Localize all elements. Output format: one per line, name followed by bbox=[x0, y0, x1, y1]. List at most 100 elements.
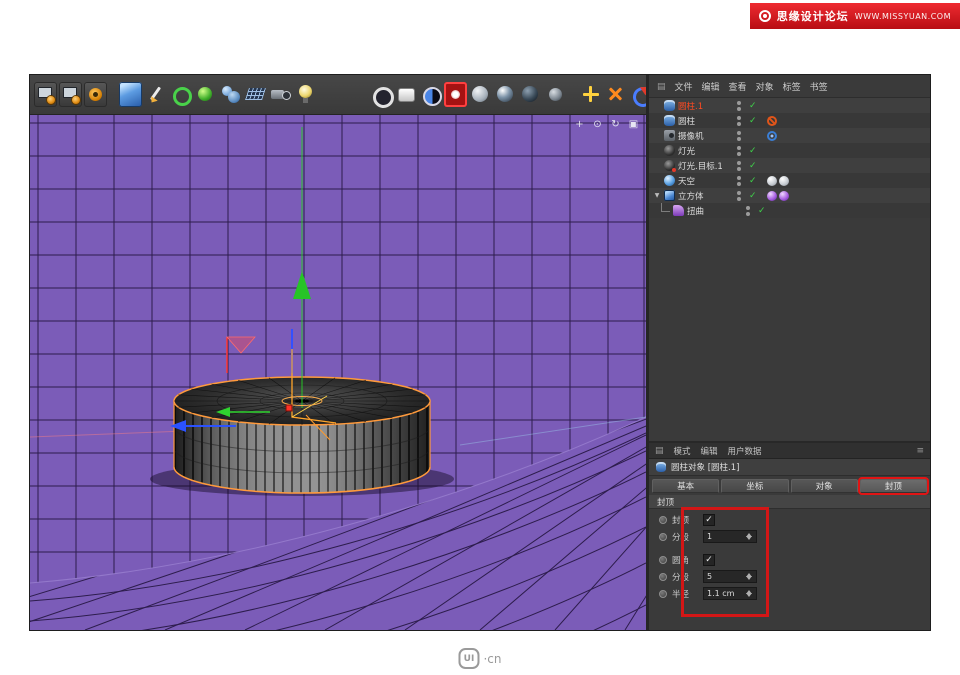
spinner-icon[interactable] bbox=[744, 531, 753, 542]
main-toolbar bbox=[30, 75, 646, 115]
visibility-dots[interactable] bbox=[737, 191, 741, 201]
radius-field[interactable]: 1.1 cm bbox=[703, 587, 757, 600]
enabled-check-icon[interactable]: ✓ bbox=[749, 161, 760, 171]
object-name: 扭曲 bbox=[687, 205, 737, 217]
object-row-cylinder1[interactable]: 圆柱.1 ✓ bbox=[649, 98, 930, 113]
key-bullet-icon[interactable] bbox=[659, 573, 667, 581]
enabled-check-icon[interactable]: ✓ bbox=[749, 101, 760, 111]
light-tool-icon[interactable] bbox=[294, 82, 317, 107]
enabled-check-icon[interactable]: ✓ bbox=[758, 206, 769, 216]
property-label: 分段 bbox=[672, 571, 698, 583]
tab-caps[interactable]: 封顶 bbox=[860, 479, 927, 493]
forum-banner[interactable]: 思缘设计论坛 WWW.MISSYUAN.COM bbox=[750, 3, 960, 29]
app-window: + ⊙ ↻ ▣ bbox=[30, 75, 930, 630]
object-name: 灯光 bbox=[678, 145, 728, 157]
object-row-cube[interactable]: ▼ 立方体 ✓ bbox=[649, 188, 930, 203]
enabled-check-icon[interactable]: ✓ bbox=[749, 191, 760, 201]
enabled-check-icon[interactable]: ✓ bbox=[749, 146, 760, 156]
sphere-small-icon[interactable] bbox=[544, 82, 567, 107]
key-bullet-icon[interactable] bbox=[659, 533, 667, 541]
material-tag-icon[interactable] bbox=[779, 176, 789, 186]
maximize-view-icon[interactable]: ▣ bbox=[627, 118, 640, 131]
disabled-tag-icon[interactable] bbox=[767, 116, 777, 126]
banner-logo-icon bbox=[759, 10, 771, 22]
mode-tab[interactable]: 模式 bbox=[674, 445, 691, 457]
spinner-icon[interactable] bbox=[744, 571, 753, 582]
cap-checkbox[interactable]: ✓ bbox=[703, 514, 715, 526]
material-tag-icon[interactable] bbox=[767, 191, 777, 201]
object-manager-menubar: ▤ 文件 编辑 查看 对象 标签 书签 bbox=[649, 75, 930, 98]
visibility-dots[interactable] bbox=[737, 146, 741, 156]
object-list: 圆柱.1 ✓ 圆柱 ✓ 摄像机 bbox=[649, 98, 930, 218]
camera-tool-icon[interactable] bbox=[269, 82, 292, 107]
section-label: 封顶 bbox=[657, 496, 674, 508]
burger-icon[interactable]: ≡ bbox=[916, 446, 924, 456]
subdivision-surface-icon[interactable] bbox=[169, 82, 192, 107]
sphere-dark-icon[interactable] bbox=[519, 82, 542, 107]
key-bullet-icon[interactable] bbox=[659, 516, 667, 524]
key-bullet-icon[interactable] bbox=[659, 590, 667, 598]
pan-view-icon[interactable]: + bbox=[573, 118, 586, 131]
fillet-checkbox[interactable]: ✓ bbox=[703, 554, 715, 566]
key-bullet-icon[interactable] bbox=[659, 556, 667, 564]
menu-bookmarks[interactable]: 书签 bbox=[810, 80, 828, 93]
tab-object[interactable]: 对象 bbox=[791, 479, 858, 493]
sphere-matte-icon[interactable] bbox=[469, 82, 492, 107]
spinner-icon[interactable] bbox=[744, 588, 753, 599]
visibility-dots[interactable] bbox=[737, 131, 741, 141]
property-label: 封顶 bbox=[672, 514, 698, 526]
menu-view[interactable]: 查看 bbox=[729, 80, 747, 93]
object-row-camera[interactable]: 摄像机 bbox=[649, 128, 930, 143]
render-picture-viewer-icon[interactable] bbox=[59, 82, 82, 107]
object-row-sky[interactable]: 天空 ✓ bbox=[649, 173, 930, 188]
sky-icon bbox=[664, 175, 675, 186]
object-row-light-target[interactable]: 灯光.目标.1 ✓ bbox=[649, 158, 930, 173]
caps-section-header[interactable]: 封顶 bbox=[649, 495, 930, 509]
object-name: 立方体 bbox=[678, 190, 728, 202]
primitive-cube-icon[interactable] bbox=[119, 82, 142, 107]
plane-grid-icon[interactable] bbox=[244, 82, 267, 107]
menu-edit[interactable]: 编辑 bbox=[702, 80, 720, 93]
visibility-dots[interactable] bbox=[737, 176, 741, 186]
edit-tab[interactable]: 编辑 bbox=[701, 445, 718, 457]
userdata-tab[interactable]: 用户数据 bbox=[728, 445, 762, 457]
object-row-cylinder[interactable]: 圆柱 ✓ bbox=[649, 113, 930, 128]
active-camera-icon[interactable] bbox=[444, 82, 467, 107]
enabled-check-icon[interactable]: ✓ bbox=[749, 116, 760, 126]
light-target-icon bbox=[664, 160, 675, 171]
viewport[interactable]: + ⊙ ↻ ▣ bbox=[30, 115, 646, 630]
render-view-icon[interactable] bbox=[34, 82, 57, 107]
rounded-square-icon[interactable] bbox=[394, 82, 417, 107]
visibility-dots[interactable] bbox=[737, 101, 741, 111]
enabled-check-icon[interactable]: ✓ bbox=[749, 176, 760, 186]
sphere-glossy-icon[interactable] bbox=[494, 82, 517, 107]
visibility-dots[interactable] bbox=[746, 206, 750, 216]
expander-icon[interactable]: ▼ bbox=[653, 192, 661, 199]
ring-material-icon[interactable] bbox=[369, 82, 392, 107]
fillet-segments-field[interactable]: 5 bbox=[703, 570, 757, 583]
zoom-view-icon[interactable]: ⊙ bbox=[591, 118, 604, 131]
move-cross-icon[interactable] bbox=[604, 82, 627, 107]
target-tag-icon[interactable] bbox=[767, 131, 777, 141]
axis-cross-icon[interactable] bbox=[579, 82, 602, 107]
render-settings-icon[interactable] bbox=[84, 82, 107, 107]
scene-canvas[interactable] bbox=[30, 115, 646, 630]
material-tag-icon[interactable] bbox=[779, 191, 789, 201]
metaball-icon[interactable] bbox=[219, 82, 242, 107]
object-row-light[interactable]: 灯光 ✓ bbox=[649, 143, 930, 158]
visibility-dots[interactable] bbox=[737, 116, 741, 126]
tab-basic[interactable]: 基本 bbox=[652, 479, 719, 493]
material-tag-icon[interactable] bbox=[767, 176, 777, 186]
menu-object[interactable]: 对象 bbox=[756, 80, 774, 93]
cap-segments-field[interactable]: 1 bbox=[703, 530, 757, 543]
menu-tags[interactable]: 标签 bbox=[783, 80, 801, 93]
pen-tool-icon[interactable] bbox=[144, 82, 167, 107]
visibility-dots[interactable] bbox=[737, 161, 741, 171]
menu-file[interactable]: 文件 bbox=[675, 80, 693, 93]
tab-coordinates[interactable]: 坐标 bbox=[721, 479, 788, 493]
half-sphere-icon[interactable] bbox=[419, 82, 442, 107]
object-row-bend[interactable]: 扭曲 ✓ bbox=[649, 203, 930, 218]
generator-sphere-icon[interactable] bbox=[194, 82, 217, 107]
rotate-view-icon[interactable]: ↻ bbox=[609, 118, 622, 131]
property-label: 半径 bbox=[672, 588, 698, 600]
